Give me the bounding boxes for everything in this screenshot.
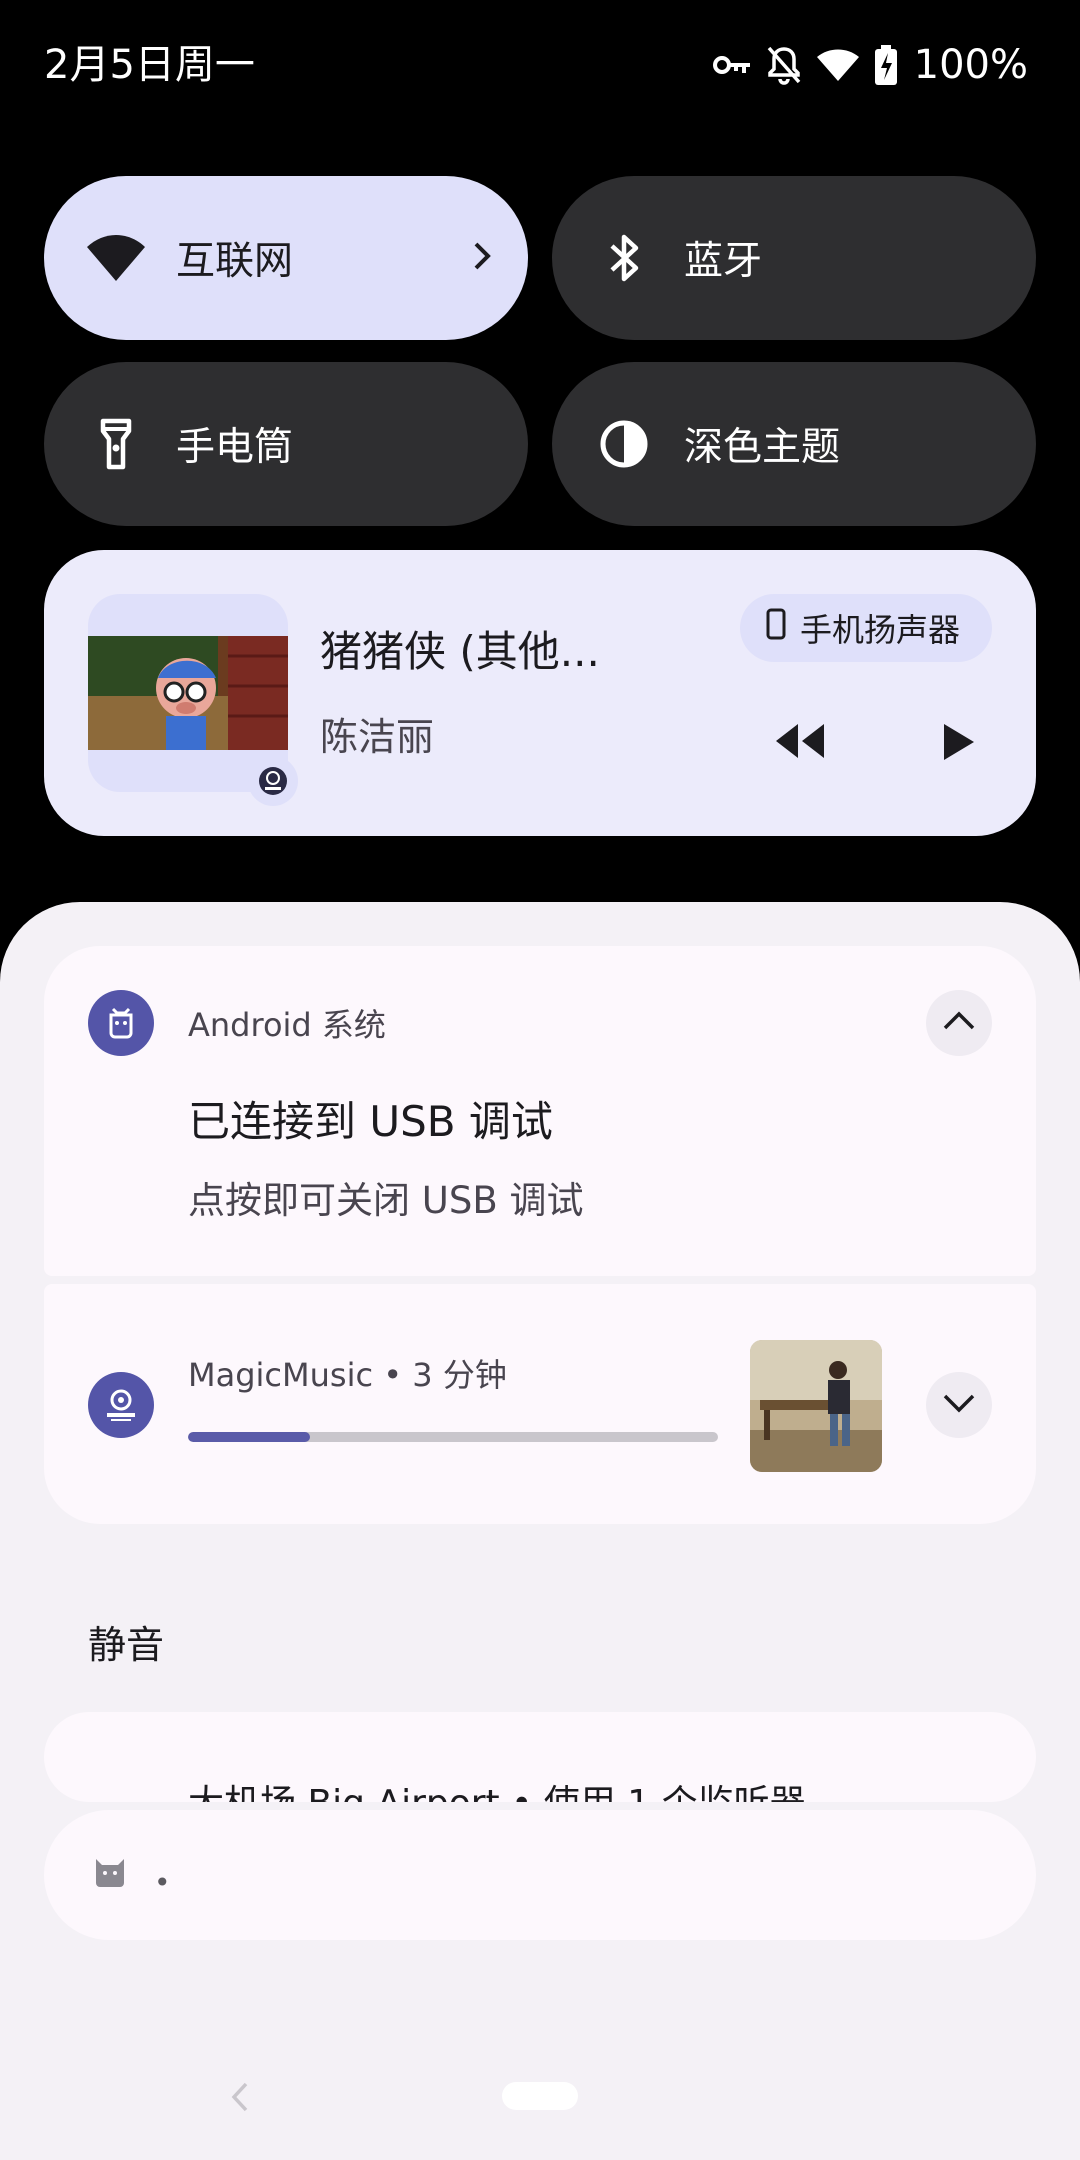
wifi-icon: [84, 226, 148, 290]
album-art-image: [88, 636, 288, 750]
dark-theme-icon: [592, 412, 656, 476]
bluetooth-icon: [592, 226, 656, 290]
tile-flashlight[interactable]: 手电筒: [44, 362, 528, 526]
flashlight-icon: [84, 412, 148, 476]
notification-app-name: Android 系统: [188, 1006, 386, 1044]
media-title: 猪猪侠 (其他...: [320, 627, 600, 676]
nav-home-handle[interactable]: [502, 2082, 578, 2110]
notification-text: 点按即可关闭 USB 调试: [188, 1179, 584, 1222]
tile-dark-theme-label: 深色主题: [684, 425, 841, 470]
back-icon: [228, 2082, 252, 2118]
download-progress-bar: [188, 1432, 718, 1442]
airport-notification[interactable]: 大机场 Big Airport • 使用 1 个监听器: [44, 1712, 1036, 1802]
tile-bluetooth[interactable]: 蓝牙: [552, 176, 1036, 340]
album-art: [88, 594, 298, 806]
nav-back-button[interactable]: [228, 2080, 252, 2118]
previous-icon: [774, 724, 826, 764]
tile-internet[interactable]: 互联网: [44, 176, 528, 340]
tile-internet-label: 互联网: [176, 239, 294, 284]
status-date: 2月5日周一: [44, 42, 255, 88]
battery-charging-icon: [874, 45, 898, 85]
cat-notification[interactable]: •: [44, 1810, 1036, 1940]
silent-section-header: 静音: [88, 1623, 165, 1667]
cat-icon: [92, 1853, 128, 1893]
status-icons: 100%: [712, 40, 1028, 90]
album-thumbnail: [750, 1340, 882, 1472]
tile-bluetooth-label: 蓝牙: [684, 239, 763, 284]
media-artist: 陈洁丽: [320, 715, 435, 759]
output-device-chip[interactable]: 手机扬声器: [739, 594, 992, 662]
chevron-down-icon: [942, 1393, 976, 1417]
cat-notification-dot: •: [154, 1866, 171, 1899]
expand-button[interactable]: [926, 1372, 992, 1438]
chevron-up-icon: [942, 1011, 976, 1035]
magicmusic-app-icon: [248, 756, 298, 806]
usb-debug-notification[interactable]: Android 系统 已连接到 USB 调试 点按即可关闭 USB 调试: [44, 946, 1036, 1276]
chevron-right-icon: [472, 240, 492, 276]
airport-notification-text: 大机场 Big Airport • 使用 1 个监听器: [188, 1774, 806, 1802]
notification-title: 已连接到 USB 调试: [188, 1097, 553, 1146]
previous-button[interactable]: [774, 722, 826, 764]
phone-icon: [766, 608, 786, 648]
collapse-button[interactable]: [926, 990, 992, 1056]
tile-dark-theme[interactable]: 深色主题: [552, 362, 1036, 526]
download-progress-fill: [188, 1432, 310, 1442]
battery-percentage: 100%: [913, 42, 1028, 88]
play-button[interactable]: [942, 722, 976, 766]
output-device-label: 手机扬声器: [799, 611, 960, 649]
vpn-key-icon: [712, 53, 752, 77]
media-player-card[interactable]: 猪猪侠 (其他... 陈洁丽 手机扬声器: [44, 550, 1036, 836]
wifi-icon: [816, 48, 860, 82]
notifications-off-icon: [766, 45, 802, 85]
notification-header: MagicMusic • 3 分钟: [188, 1356, 507, 1394]
android-system-icon: [88, 990, 154, 1056]
play-icon: [942, 724, 976, 766]
tile-flashlight-label: 手电筒: [176, 425, 294, 470]
magicmusic-notification[interactable]: MagicMusic • 3 分钟: [44, 1284, 1036, 1524]
magicmusic-icon: [88, 1372, 154, 1438]
